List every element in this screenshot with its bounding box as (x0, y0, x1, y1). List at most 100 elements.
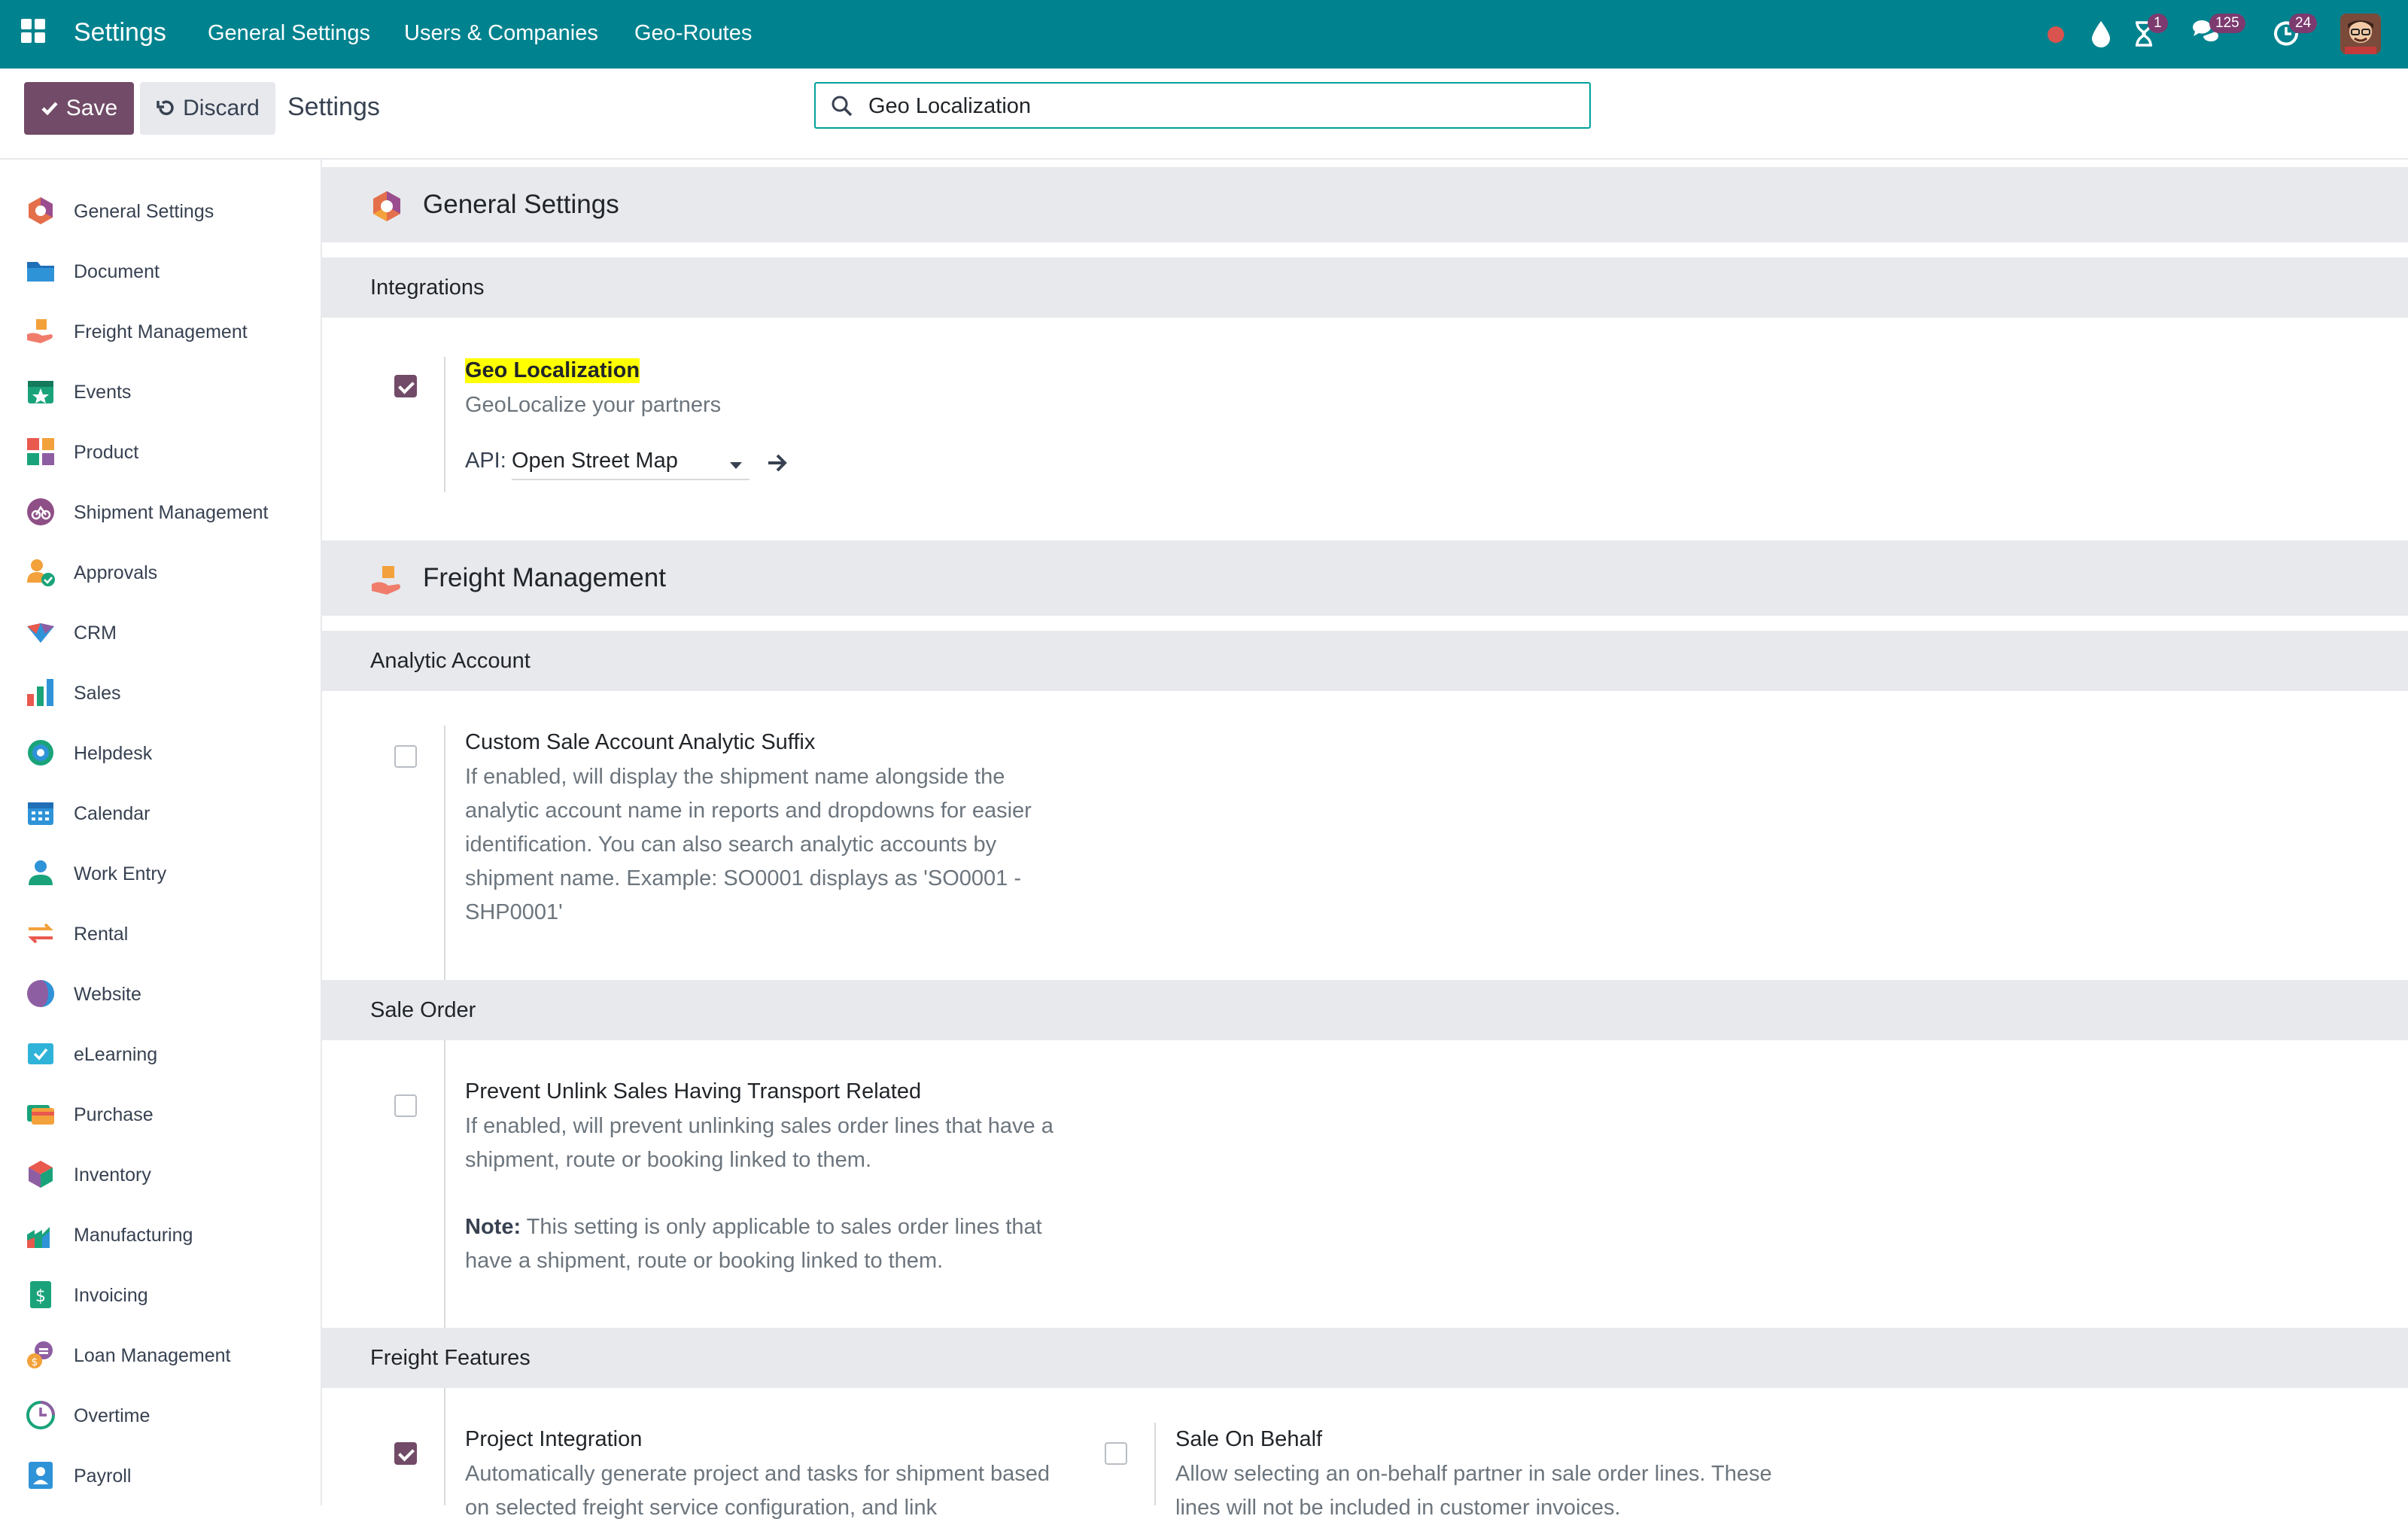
sidebar-item-shipment-management[interactable]: Shipment Management (0, 482, 321, 542)
general-settings-icon (373, 191, 400, 221)
analytic-suffix-checkbox[interactable] (394, 745, 417, 768)
sales-icon (27, 679, 53, 706)
settings-search[interactable] (814, 82, 1591, 129)
sidebar-item-approvals[interactable]: Approvals (0, 542, 321, 602)
sidebar-item-loan-management[interactable]: $ Loan Management (0, 1325, 321, 1385)
sidebar-item-purchase[interactable]: Purchase (0, 1084, 321, 1144)
crm-icon (27, 623, 54, 643)
app-section-title: General Settings (423, 190, 619, 219)
settings-sidebar: General Settings Document Freight Manage… (0, 160, 322, 1505)
sidebar-item-payroll[interactable]: Payroll (0, 1445, 321, 1505)
invoicing-icon: $ (30, 1281, 51, 1308)
undo-icon (157, 100, 174, 116)
sidebar-item-helpdesk[interactable]: Helpdesk (0, 723, 321, 783)
sidebar-item-document[interactable]: Document (0, 241, 321, 301)
menu-geo-routes[interactable]: Geo-Routes (634, 21, 752, 46)
sidebar-item-invoicing[interactable]: $ Invoicing (0, 1265, 321, 1325)
app-section-title: Freight Management (423, 563, 666, 592)
sidebar-item-label: Manufacturing (74, 1225, 193, 1246)
save-label: Save (65, 96, 118, 120)
sidebar-item-label: Document (74, 261, 160, 282)
sidebar-item-label: Approvals (74, 562, 158, 583)
purchase-icon (27, 1105, 54, 1125)
sidebar-item-label: Invoicing (74, 1285, 148, 1306)
freight-icon (27, 319, 53, 343)
app-section-general-settings: General Settings (322, 167, 2408, 242)
sidebar-item-label: Product (74, 442, 139, 463)
loan-icon: $ (27, 1341, 53, 1368)
setting-divider (444, 1423, 445, 1505)
sidebar-item-label: Inventory (74, 1164, 151, 1186)
save-button[interactable]: Save (24, 82, 134, 135)
sale-on-behalf-desc: Allow selecting an on-behalf partner in … (1175, 1462, 1772, 1520)
apps-grid-icon[interactable] (21, 19, 48, 46)
sidebar-item-label: Shipment Management (74, 502, 269, 523)
analytic-suffix-title: Custom Sale Account Analytic Suffix (465, 730, 816, 754)
hourglass-icon[interactable]: 1 (2128, 14, 2168, 50)
overtime-icon (26, 1401, 55, 1429)
sidebar-item-website[interactable]: Website (0, 963, 321, 1024)
sidebar-item-label: Calendar (74, 803, 150, 824)
sidebar-item-product[interactable]: Product (0, 422, 321, 482)
sidebar-item-label: CRM (74, 622, 117, 644)
sidebar-item-manufacturing[interactable]: Manufacturing (0, 1204, 321, 1265)
svg-text:$: $ (35, 1287, 46, 1306)
events-icon (28, 381, 53, 403)
drop-icon[interactable] (2084, 17, 2118, 50)
sale-on-behalf-title: Sale On Behalf (1175, 1427, 1323, 1451)
sidebar-item-label: Overtime (74, 1405, 150, 1426)
arrow-right-icon[interactable] (766, 452, 790, 474)
approvals-icon (27, 559, 55, 586)
section-freight-features: Freight Features (322, 1328, 2408, 1388)
user-avatar[interactable] (2340, 14, 2381, 54)
app-brand[interactable]: Settings (74, 18, 166, 47)
sidebar-item-events[interactable]: Events (0, 361, 321, 422)
sidebar-item-overtime[interactable]: Overtime (0, 1385, 321, 1445)
note-text: This setting is only applicable to sales… (465, 1215, 1042, 1273)
sidebar-item-sales[interactable]: Sales (0, 662, 321, 723)
menu-general-settings[interactable]: General Settings (208, 21, 370, 46)
sidebar-item-label: Website (74, 984, 141, 1005)
sidebar-item-inventory[interactable]: Inventory (0, 1144, 321, 1204)
chat-icon[interactable]: 125 (2190, 14, 2245, 50)
activities-badge: 1 (2148, 14, 2168, 33)
sidebar-item-label: General Settings (74, 201, 214, 222)
sale-on-behalf-checkbox[interactable] (1105, 1442, 1127, 1465)
discard-button[interactable]: Discard (140, 82, 275, 135)
sidebar-item-work-entry[interactable]: Work Entry (0, 843, 321, 903)
sidebar-item-elearning[interactable]: eLearning (0, 1024, 321, 1084)
sidebar-item-label: eLearning (74, 1044, 158, 1065)
record-dot-icon[interactable] (2042, 17, 2075, 50)
project-integration-desc: Automatically generate project and tasks… (465, 1462, 1050, 1520)
geo-localization-checkbox[interactable] (394, 375, 417, 397)
website-icon (27, 980, 54, 1007)
sidebar-item-calendar[interactable]: Calendar (0, 783, 321, 843)
search-input[interactable] (867, 88, 1570, 124)
project-integration-checkbox[interactable] (394, 1442, 417, 1465)
prevent-unlink-checkbox[interactable] (394, 1094, 417, 1117)
refresh-clock-icon[interactable]: 24 (2270, 14, 2318, 50)
sidebar-item-label: Payroll (74, 1466, 132, 1487)
menu-users-companies[interactable]: Users & Companies (404, 21, 598, 46)
geo-localization-title: Geo Localization (465, 358, 640, 383)
product-icon (27, 438, 54, 465)
sidebar-item-label: Freight Management (74, 321, 248, 342)
updates-badge: 24 (2289, 14, 2318, 33)
note-label: Note: (465, 1215, 521, 1239)
check-icon (41, 102, 58, 116)
section-title: Analytic Account (370, 649, 531, 673)
sidebar-item-crm[interactable]: CRM (0, 602, 321, 662)
api-label: API: (465, 449, 506, 473)
sidebar-item-rental[interactable]: Rental (0, 903, 321, 963)
discard-label: Discard (183, 96, 260, 120)
svg-text:$: $ (32, 1356, 38, 1368)
section-analytic-account: Analytic Account (322, 631, 2408, 691)
sidebar-item-freight-management[interactable]: Freight Management (0, 301, 321, 361)
api-select-value: Open Street Map (512, 449, 678, 473)
sidebar-item-label: Loan Management (74, 1345, 231, 1366)
sidebar-item-label: Rental (74, 924, 129, 945)
api-select[interactable]: Open Street Map (512, 449, 749, 480)
sidebar-item-label: Helpdesk (74, 743, 153, 764)
setting-divider (444, 357, 445, 492)
sidebar-item-general-settings[interactable]: General Settings (0, 181, 321, 241)
